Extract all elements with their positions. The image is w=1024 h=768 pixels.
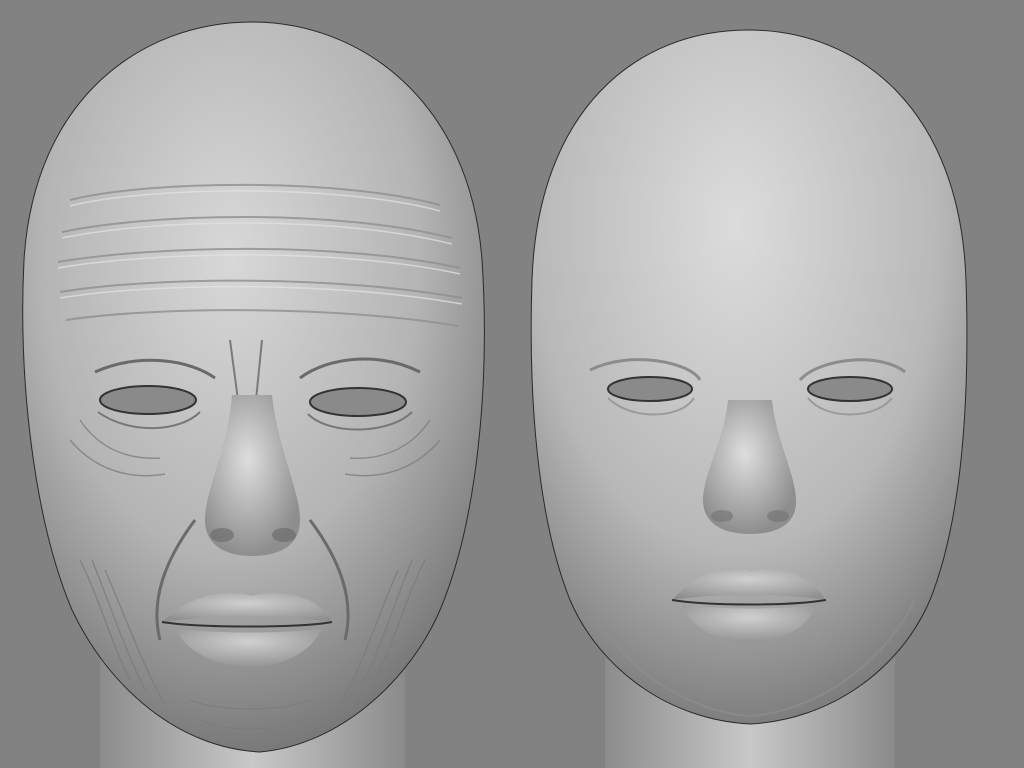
aged-right-eye-hole: [309, 387, 407, 417]
smooth-right-eye-hole: [807, 376, 893, 402]
viewport-canvas: [22, 21, 968, 768]
aged-left-eye-hole: [99, 385, 197, 415]
aged-head-sculpt: [22, 21, 485, 768]
sculpt-viewport: [0, 0, 1024, 768]
smooth-left-eye-hole: [607, 376, 693, 402]
smooth-head-sculpt: [530, 29, 968, 768]
